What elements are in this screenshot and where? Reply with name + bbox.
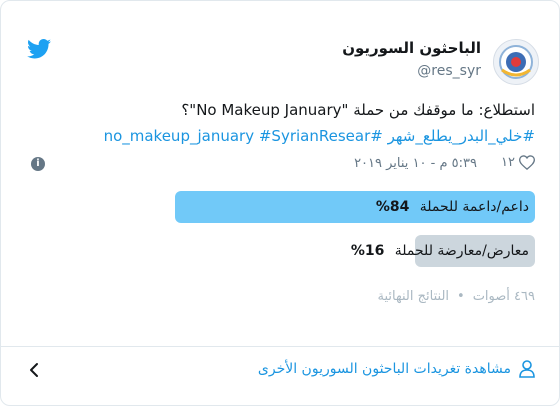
view-more-tweets-text: مشاهدة تغريدات الباحثون السوريون الأخرى [257, 361, 511, 377]
tweet-question: استطلاع: ما موقفك من حملة "No Makeup Jan… [181, 101, 535, 119]
poll-option: معارض/معارضة للحملة 16% [107, 235, 535, 267]
divider [1, 346, 559, 347]
avatar-image [494, 40, 538, 84]
poll-option-label: داعم/داعمة للحملة 84% [376, 191, 529, 223]
heart-icon [519, 155, 535, 170]
info-icon[interactable]: i [31, 157, 45, 171]
poll: داعم/داعمة للحملة 84% معارض/معارضة للحمل… [107, 191, 535, 279]
tweet-card: الباحثون السوريون @res_syr استطلاع: ما م… [0, 0, 560, 406]
twitter-bird-icon[interactable] [27, 39, 51, 59]
poll-footer: ٤٦٩ أصوات • النتائج النهائية [378, 289, 535, 304]
like-count: ١٢ [501, 155, 515, 170]
poll-option-text: معارض/معارضة للحملة [394, 243, 529, 259]
user-handle[interactable]: @res_syr [417, 63, 481, 79]
account-avatar[interactable] [493, 39, 539, 85]
tweet-timestamp[interactable]: ٥:٣٩ م - ١٠ يناير ٢٠١٩ [354, 156, 477, 171]
view-more-tweets-link[interactable]: مشاهدة تغريدات الباحثون السوريون الأخرى [258, 360, 535, 378]
poll-option-text: داعم/داعمة للحملة [419, 199, 529, 215]
tweet-meta: ١٢ ٥:٣٩ م - ١٠ يناير ٢٠١٩ i [25, 155, 535, 175]
hashtag-link[interactable]: #خلي_البدر_يطلع_شهر [388, 127, 535, 145]
poll-option-percent: 84% [375, 199, 410, 215]
poll-option-percent: 16% [350, 243, 385, 259]
chevron-left-icon[interactable] [27, 362, 41, 378]
tweet-text: استطلاع: ما موقفك من حملة "No Makeup Jan… [25, 97, 535, 149]
hashtag-link[interactable]: #SyrianResear [259, 127, 370, 145]
poll-option-label: معارض/معارضة للحملة 16% [351, 235, 529, 267]
poll-option: داعم/داعمة للحملة 84% [107, 191, 535, 223]
separator-dot: • [457, 289, 465, 304]
poll-status: النتائج النهائية [377, 289, 450, 304]
vote-count: ٤٦٩ أصوات [472, 289, 535, 304]
person-icon [519, 360, 535, 378]
hashtag-line: #خلي_البدر_يطلع_شهر #no_makeup_january #… [25, 123, 535, 149]
like-button[interactable]: ١٢ [501, 155, 535, 170]
display-name[interactable]: الباحثون السوريون [342, 39, 481, 57]
